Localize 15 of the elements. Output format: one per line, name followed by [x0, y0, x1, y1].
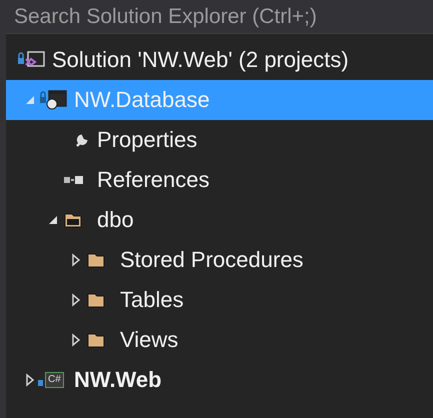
tree-item[interactable]: Solution 'NW.Web' (2 projects) — [6, 40, 433, 80]
tree-item[interactable]: C# NW.Web — [6, 360, 433, 400]
search-field[interactable]: Search Solution Explorer (Ctrl+;) — [6, 0, 433, 34]
tree-item[interactable]: dbo — [6, 200, 433, 240]
tree-item[interactable]: Views — [6, 320, 433, 360]
database-project-icon — [38, 89, 68, 111]
collapsed-arrow-icon[interactable] — [70, 253, 82, 267]
tree-item[interactable]: Properties — [6, 120, 433, 160]
tree-item[interactable]: References — [6, 160, 433, 200]
collapsed-arrow-icon[interactable] — [24, 373, 36, 387]
collapsed-arrow-icon[interactable] — [70, 293, 82, 307]
collapsed-arrow-icon[interactable] — [70, 333, 82, 347]
wrench-icon — [75, 133, 89, 147]
tree-item[interactable]: Stored Procedures — [6, 240, 433, 280]
tree-item[interactable]: Tables — [6, 280, 433, 320]
